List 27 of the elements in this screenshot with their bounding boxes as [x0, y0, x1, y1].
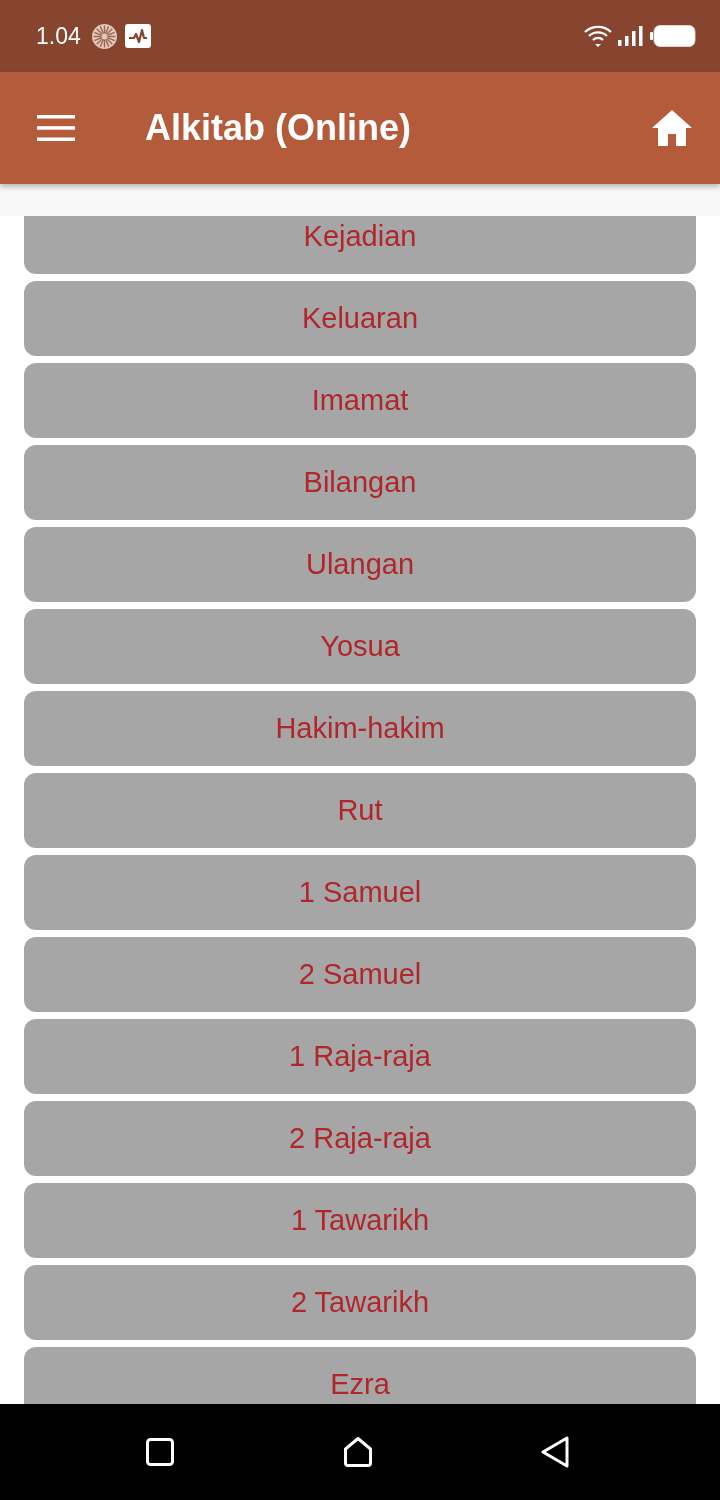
status-time: 1.04 — [36, 24, 81, 48]
battery-icon — [650, 25, 696, 47]
app-title: Alkitab (Online) — [145, 107, 411, 149]
book-item[interactable]: Ulangan — [24, 527, 696, 602]
book-item[interactable]: Yosua — [24, 609, 696, 684]
signal-icon — [618, 26, 644, 46]
home-button[interactable] — [652, 110, 692, 146]
book-item[interactable]: Hakim-hakim — [24, 691, 696, 766]
sunburst-icon — [91, 23, 117, 49]
book-item[interactable]: 2 Raja-raja — [24, 1101, 696, 1176]
back-button[interactable] — [541, 1436, 569, 1468]
book-item[interactable]: 1 Samuel — [24, 855, 696, 930]
book-item[interactable]: Kejadian — [24, 216, 696, 274]
home-nav-button[interactable] — [343, 1437, 372, 1467]
pulse-icon — [124, 24, 151, 48]
book-item[interactable]: 2 Tawarikh — [24, 1265, 696, 1340]
book-item[interactable]: Rut — [24, 773, 696, 848]
book-item[interactable]: 2 Samuel — [24, 937, 696, 1012]
book-item[interactable]: Keluaran — [24, 281, 696, 356]
book-item[interactable]: Bilangan — [24, 445, 696, 520]
recents-button[interactable] — [146, 1438, 174, 1466]
book-item[interactable]: Ezra — [24, 1347, 696, 1404]
menu-button[interactable] — [37, 114, 75, 142]
wifi-icon — [584, 25, 612, 47]
book-item[interactable]: 1 Tawarikh — [24, 1183, 696, 1258]
book-item[interactable]: 1 Raja-raja — [24, 1019, 696, 1094]
book-item[interactable]: Imamat — [24, 363, 696, 438]
